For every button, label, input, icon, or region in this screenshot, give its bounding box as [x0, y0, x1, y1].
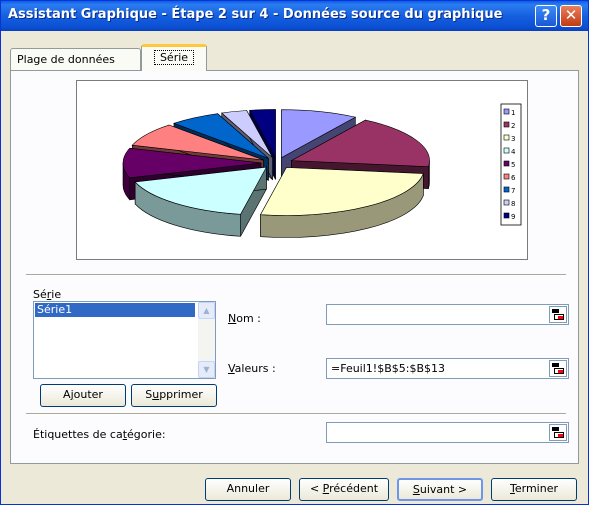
legend-swatch-5 — [503, 160, 510, 167]
series-listbox[interactable]: Série1 ▲ ▼ — [33, 301, 216, 379]
legend-swatch-9 — [503, 212, 510, 219]
add-series-button[interactable]: Ajouter — [40, 384, 126, 407]
name-label: Nom : — [228, 312, 261, 325]
legend-label-7: 7 — [511, 187, 515, 195]
legend-label-1: 1 — [511, 109, 515, 117]
title-bar[interactable]: Assistant Graphique - Étape 2 sur 4 - Do… — [1, 1, 588, 31]
chart-preview: 1 2 3 4 5 6 7 8 9 — [76, 80, 528, 260]
legend-label-9: 9 — [511, 213, 515, 221]
legend-label-6: 6 — [511, 174, 516, 182]
values-label: Valeurs : — [228, 362, 276, 375]
legend-label-2: 2 — [511, 122, 515, 130]
tab-series[interactable]: Série — [141, 44, 207, 71]
collapse-dialog-icon[interactable] — [549, 360, 567, 377]
legend-label-4: 4 — [511, 148, 516, 156]
cancel-button[interactable]: Annuler — [205, 478, 291, 501]
scroll-down-icon[interactable]: ▼ — [198, 361, 215, 378]
category-labels-field[interactable] — [326, 422, 569, 443]
listbox-scrollbar[interactable]: ▲ ▼ — [198, 302, 215, 378]
values-field[interactable]: =Feuil1!$B$5:$B$13 — [326, 358, 569, 379]
separator-bottom — [26, 413, 566, 415]
collapse-dialog-icon[interactable] — [549, 424, 567, 441]
legend-swatch-8 — [503, 199, 510, 206]
legend-label-3: 3 — [511, 135, 515, 143]
window-title: Assistant Graphique - Étape 2 sur 4 - Do… — [8, 7, 503, 22]
chart-legend: 1 2 3 4 5 6 7 8 9 — [500, 103, 522, 226]
tab-data-range[interactable]: Plage de données — [10, 48, 141, 70]
legend-swatch-1 — [503, 108, 510, 115]
legend-label-8: 8 — [511, 200, 515, 208]
remove-series-button[interactable]: Supprimer — [131, 384, 217, 407]
help-button[interactable]: ? — [535, 5, 557, 27]
tab-data-range-label: Plage de données — [17, 53, 115, 66]
previous-button[interactable]: < Précédent — [299, 478, 389, 501]
close-button[interactable]: ✕ — [560, 5, 582, 27]
pie-chart: 1 2 3 4 5 6 7 8 9 — [122, 103, 522, 238]
legend-swatch-6 — [503, 173, 510, 180]
name-field[interactable] — [326, 304, 569, 325]
finish-button[interactable]: Terminer — [491, 478, 577, 501]
legend-label-5: 5 — [511, 161, 515, 169]
legend-swatch-3 — [503, 134, 510, 141]
legend-swatch-4 — [503, 147, 510, 154]
series-label: Série — [33, 288, 62, 301]
category-labels-label: Étiquettes de catégorie: — [33, 428, 166, 441]
separator-top — [26, 274, 566, 276]
next-button[interactable]: Suivant > — [397, 478, 483, 501]
values-field-value: =Feuil1!$B$5:$B$13 — [331, 362, 445, 375]
scroll-up-icon[interactable]: ▲ — [198, 302, 215, 319]
legend-swatch-7 — [503, 186, 510, 193]
collapse-dialog-icon[interactable] — [549, 306, 567, 323]
list-item[interactable]: Série1 — [35, 303, 195, 317]
legend-swatch-2 — [503, 121, 510, 128]
pie-slice-3 — [260, 167, 424, 238]
tab-series-label: Série — [153, 50, 195, 65]
